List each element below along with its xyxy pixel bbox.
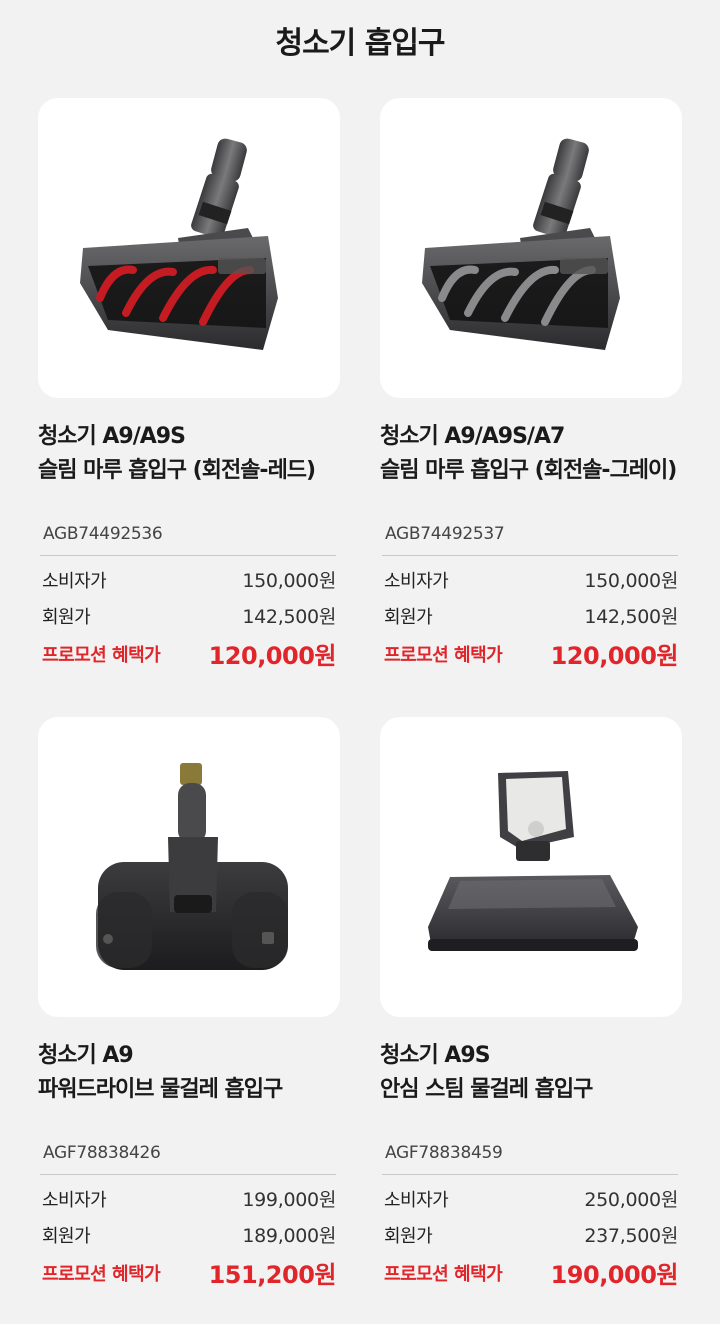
divider: [382, 555, 678, 556]
product-name-line1: 청소기 A9S: [380, 1043, 491, 1068]
member-price-value: 237,500원: [584, 1225, 678, 1247]
consumer-price-row: 소비자가 199,000원: [42, 1185, 336, 1212]
vacuum-slim-floor-nozzle-gray-icon: [422, 138, 620, 350]
product-name-line2: 파워드라이브 물걸레 흡입구: [38, 1077, 283, 1102]
product-sku: AGF78838459: [385, 1143, 503, 1163]
member-price-value: 189,000원: [242, 1225, 336, 1247]
member-price-label: 회원가: [384, 1225, 433, 1247]
promo-price-label: 프로모션 혜택가: [42, 644, 161, 666]
consumer-price-label: 소비자가: [384, 570, 449, 592]
consumer-price-value: 199,000원: [242, 1189, 336, 1211]
product-sku: AGF78838426: [43, 1143, 161, 1163]
consumer-price-label: 소비자가: [384, 1189, 449, 1211]
product-card[interactable]: 청소기 A9/A9S 슬림 마루 흡입구 (회전솔-레드) AGB7449253…: [38, 98, 340, 670]
page-title: 청소기 흡입구: [275, 26, 445, 61]
product-sku: AGB74492537: [385, 524, 505, 544]
divider: [40, 1174, 336, 1175]
vacuum-power-drive-mop-nozzle-icon: [96, 763, 288, 970]
member-price-label: 회원가: [384, 606, 433, 628]
product-image[interactable]: [38, 717, 340, 1017]
product-name-line1: 청소기 A9/A9S: [38, 424, 186, 449]
product-name-line2: 슬림 마루 흡입구 (회전솔-레드): [38, 458, 316, 483]
promo-price-value: 190,000원: [550, 1261, 679, 1289]
product-name-line1: 청소기 A9/A9S/A7: [380, 424, 565, 449]
product-card[interactable]: 청소기 A9S 안심 스팀 물걸레 흡입구 AGF78838459 소비자가 2…: [380, 717, 682, 1289]
member-price-row: 회원가 142,500원: [384, 602, 678, 629]
consumer-price-row: 소비자가 150,000원: [42, 566, 336, 593]
product-name-line2: 안심 스팀 물걸레 흡입구: [380, 1077, 593, 1102]
product-sku: AGB74492536: [43, 524, 163, 544]
promo-price-value: 120,000원: [208, 642, 337, 670]
consumer-price-row: 소비자가 250,000원: [384, 1185, 678, 1212]
member-price-label: 회원가: [42, 1225, 91, 1247]
product-image[interactable]: [380, 98, 682, 398]
product-name-line2: 슬림 마루 흡입구 (회전솔-그레이): [380, 458, 677, 483]
member-price-value: 142,500원: [242, 606, 336, 628]
member-price-label: 회원가: [42, 606, 91, 628]
member-price-value: 142,500원: [584, 606, 678, 628]
consumer-price-value: 150,000원: [584, 570, 678, 592]
member-price-row: 회원가 142,500원: [42, 602, 336, 629]
divider: [40, 555, 336, 556]
consumer-price-label: 소비자가: [42, 1189, 107, 1211]
promo-price-row: 프로모션 혜택가 120,000원: [384, 636, 679, 671]
promo-price-row: 프로모션 혜택가 151,200원: [42, 1255, 337, 1290]
consumer-price-value: 250,000원: [584, 1189, 678, 1211]
vacuum-steam-mop-nozzle-icon: [428, 771, 638, 951]
product-image[interactable]: [38, 98, 340, 398]
divider: [382, 1174, 678, 1175]
promo-price-row: 프로모션 혜택가 120,000원: [42, 636, 337, 671]
member-price-row: 회원가 237,500원: [384, 1221, 678, 1248]
product-name-line1: 청소기 A9: [38, 1043, 134, 1068]
member-price-row: 회원가 189,000원: [42, 1221, 336, 1248]
consumer-price-value: 150,000원: [242, 570, 336, 592]
promo-price-label: 프로모션 혜택가: [384, 1263, 503, 1285]
promo-price-value: 151,200원: [208, 1261, 337, 1289]
promo-price-label: 프로모션 혜택가: [384, 644, 503, 666]
product-card[interactable]: 청소기 A9 파워드라이브 물걸레 흡입구 AGF78838426 소비자가 1…: [38, 717, 340, 1289]
vacuum-slim-floor-nozzle-red-icon: [80, 138, 278, 350]
promo-price-label: 프로모션 혜택가: [42, 1263, 161, 1285]
product-image[interactable]: [380, 717, 682, 1017]
consumer-price-label: 소비자가: [42, 570, 107, 592]
product-card[interactable]: 청소기 A9/A9S/A7 슬림 마루 흡입구 (회전솔-그레이) AGB744…: [380, 98, 682, 670]
promo-price-value: 120,000원: [550, 642, 679, 670]
promo-price-row: 프로모션 혜택가 190,000원: [384, 1255, 679, 1290]
consumer-price-row: 소비자가 150,000원: [384, 566, 678, 593]
